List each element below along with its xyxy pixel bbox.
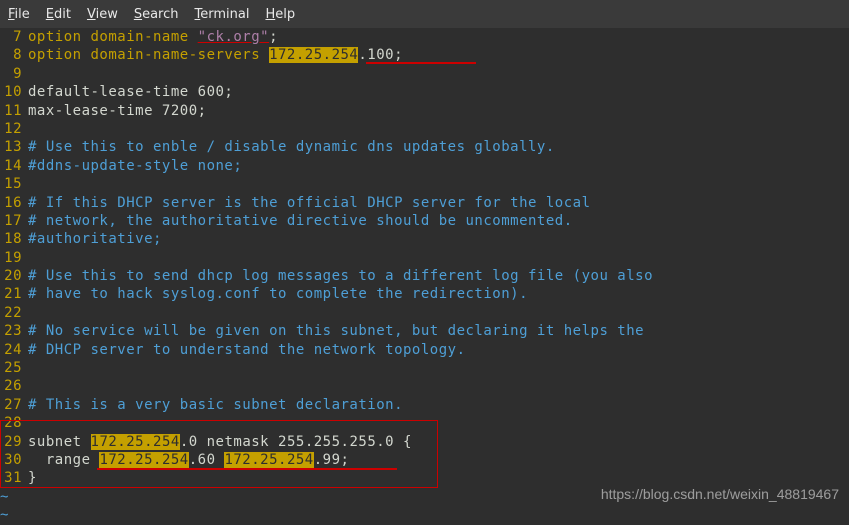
line-number: 29	[0, 433, 22, 451]
search-highlight: 172.25.254	[91, 434, 180, 450]
line-number: 22	[0, 304, 22, 322]
line-number-gutter: 7 8 9 10 11 12 13 14 15 16 17 18 19 20 2…	[0, 28, 28, 514]
code-line: default-lease-time 600;	[28, 83, 849, 101]
line-number: 7	[0, 28, 22, 46]
line-number: 8	[0, 46, 22, 64]
line-number: 19	[0, 249, 22, 267]
line-number: 21	[0, 285, 22, 303]
line-number: 25	[0, 359, 22, 377]
code-line: # DHCP server to understand the network …	[28, 341, 849, 359]
annotation-underline	[97, 468, 397, 470]
line-number: 27	[0, 396, 22, 414]
line-number: 20	[0, 267, 22, 285]
line-number: 15	[0, 175, 22, 193]
code-line: # have to hack syslog.conf to complete t…	[28, 285, 849, 303]
code-line: range 172.25.254.60 172.25.254.99;	[28, 451, 849, 469]
code-line: subnet 172.25.254.0 netmask 255.255.255.…	[28, 433, 849, 451]
code-line: option domain-name "ck.org";	[28, 28, 849, 46]
code-line: max-lease-time 7200;	[28, 102, 849, 120]
code-line: }	[28, 469, 849, 487]
line-number: 13	[0, 138, 22, 156]
line-number: 30	[0, 451, 22, 469]
code-line: # If this DHCP server is the official DH…	[28, 194, 849, 212]
code-line	[28, 175, 849, 193]
line-number: 24	[0, 341, 22, 359]
search-highlight: 172.25.254	[99, 452, 188, 468]
code-line	[28, 377, 849, 395]
line-number: 12	[0, 120, 22, 138]
code-line	[28, 120, 849, 138]
code-line	[28, 249, 849, 267]
line-number: 26	[0, 377, 22, 395]
code-line: # Use this to send dhcp log messages to …	[28, 267, 849, 285]
line-number: 18	[0, 230, 22, 248]
line-number: 28	[0, 414, 22, 432]
line-number: 14	[0, 157, 22, 175]
code-content[interactable]: option domain-name "ck.org"; option doma…	[28, 28, 849, 514]
search-highlight: 172.25.254	[269, 47, 358, 63]
line-number: 16	[0, 194, 22, 212]
line-number: 23	[0, 322, 22, 340]
menu-search[interactable]: Search	[134, 7, 179, 22]
code-line: # This is a very basic subnet declaratio…	[28, 396, 849, 414]
watermark: https://blog.csdn.net/weixin_48819467	[601, 486, 839, 502]
code-line	[28, 65, 849, 83]
code-line	[28, 359, 849, 377]
line-number: 31	[0, 469, 22, 487]
line-number: 10	[0, 83, 22, 101]
code-line: #ddns-update-style none;	[28, 157, 849, 175]
menu-file[interactable]: File	[8, 7, 30, 22]
code-line	[28, 304, 849, 322]
code-line: # Use this to enble / disable dynamic dn…	[28, 138, 849, 156]
empty-line-tilde: ~	[0, 506, 849, 524]
annotation-underline	[366, 62, 476, 64]
code-line: #authoritative;	[28, 230, 849, 248]
menu-view[interactable]: View	[87, 7, 118, 22]
line-number: 17	[0, 212, 22, 230]
menu-terminal[interactable]: Terminal	[195, 7, 250, 22]
line-number: 9	[0, 65, 22, 83]
line-number: 11	[0, 102, 22, 120]
menubar: File Edit View Search Terminal Help	[0, 0, 849, 28]
code-line	[28, 414, 849, 432]
code-line: # No service will be given on this subne…	[28, 322, 849, 340]
code-line: # network, the authoritative directive s…	[28, 212, 849, 230]
editor-area[interactable]: 7 8 9 10 11 12 13 14 15 16 17 18 19 20 2…	[0, 28, 849, 514]
search-highlight: 172.25.254	[224, 452, 313, 468]
menu-edit[interactable]: Edit	[46, 7, 71, 22]
menu-help[interactable]: Help	[265, 7, 295, 22]
